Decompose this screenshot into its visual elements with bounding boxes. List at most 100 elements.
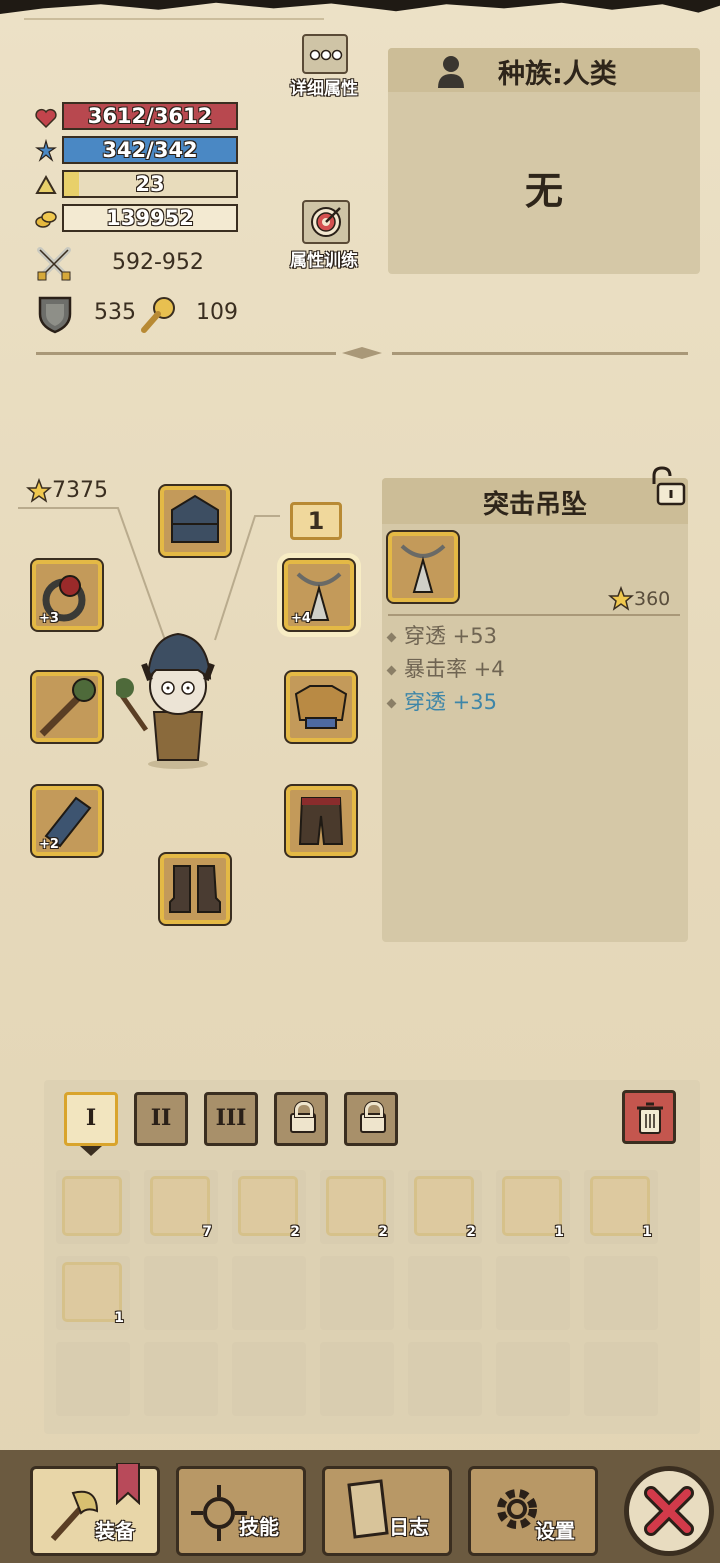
item-attribute-text: 穿透 +35 bbox=[404, 690, 497, 714]
trash-icon bbox=[637, 1102, 663, 1134]
crossed-swords-icon bbox=[37, 247, 71, 281]
inventory-tab-1[interactable]: I bbox=[64, 1092, 118, 1146]
inventory-cell bbox=[232, 1256, 306, 1330]
item-count: 1 bbox=[114, 1310, 124, 1326]
item-attribute: 穿透 +35 bbox=[386, 686, 497, 716]
item-attribute-text: 穿透 +53 bbox=[404, 624, 497, 648]
item-title: 突击吊坠 bbox=[482, 490, 587, 520]
race-panel: 种族:人类 无 bbox=[388, 48, 700, 274]
potion-green-icon bbox=[62, 1262, 122, 1322]
item-detail-rule bbox=[388, 614, 680, 616]
attribute-training-button[interactable] bbox=[302, 200, 350, 244]
person-icon bbox=[438, 56, 464, 88]
nav-log[interactable]: 日志 bbox=[322, 1466, 452, 1556]
weapon-slot[interactable] bbox=[32, 672, 102, 742]
amulet-detail-icon bbox=[400, 544, 446, 593]
defense-value: 535 bbox=[94, 300, 136, 325]
race-title: 种族:人类 bbox=[498, 59, 617, 90]
race-value: 无 bbox=[524, 169, 563, 213]
inventory-cell bbox=[232, 1342, 306, 1416]
item-count: 2 bbox=[378, 1224, 388, 1240]
inventory-cell bbox=[56, 1342, 130, 1416]
item-score: 360 bbox=[634, 588, 671, 610]
gold-bar: 139952 bbox=[62, 204, 238, 232]
divider-left bbox=[36, 352, 336, 355]
magic-value: 109 bbox=[196, 300, 238, 325]
lock-icon bbox=[290, 1102, 316, 1133]
level-progress-fill bbox=[64, 172, 80, 196]
magic-orb-icon bbox=[141, 297, 175, 333]
hp-bar: 3612/3612 bbox=[62, 102, 238, 130]
inventory-cell bbox=[584, 1342, 658, 1416]
inventory-cell bbox=[496, 1342, 570, 1416]
attribute-training-label: 属性训练 bbox=[290, 251, 358, 271]
close-icon bbox=[644, 1486, 694, 1536]
item-count: 1 bbox=[642, 1224, 652, 1240]
inventory-cell[interactable]: 1 bbox=[496, 1170, 570, 1244]
inventory-tab-locked-4[interactable] bbox=[274, 1092, 328, 1146]
shield-icon bbox=[38, 296, 72, 334]
inventory-cell bbox=[144, 1256, 218, 1330]
inventory-cell[interactable]: 2 bbox=[320, 1170, 394, 1244]
inventory-cell[interactable]: 7 bbox=[144, 1170, 218, 1244]
inventory-cell[interactable] bbox=[56, 1170, 130, 1244]
inventory-cell bbox=[408, 1256, 482, 1330]
inventory-cell bbox=[584, 1256, 658, 1330]
inventory-tab-locked-5[interactable] bbox=[344, 1092, 398, 1146]
nav-log-label: 日志 bbox=[389, 1515, 429, 1539]
helmet-slot[interactable] bbox=[160, 486, 230, 556]
inventory-cell[interactable]: 1 bbox=[56, 1256, 130, 1330]
meat-stick-icon bbox=[414, 1176, 474, 1236]
inventory-cell[interactable]: 2 bbox=[232, 1170, 306, 1244]
item-count: 2 bbox=[466, 1224, 476, 1240]
equipment-set-badge[interactable]: 1 bbox=[290, 502, 342, 540]
armor-icon bbox=[294, 685, 348, 729]
ring-enhance-level: +3 bbox=[39, 611, 59, 626]
divider-ornament bbox=[342, 347, 382, 359]
potion-blue-icon bbox=[238, 1176, 298, 1236]
boots-slot[interactable] bbox=[160, 854, 230, 924]
close-button[interactable] bbox=[624, 1466, 714, 1556]
discard-button[interactable] bbox=[622, 1090, 676, 1144]
axe-icon bbox=[50, 1490, 99, 1542]
active-tab-pointer bbox=[80, 1146, 102, 1156]
unlock-icon[interactable] bbox=[646, 464, 690, 508]
mushroom-icon bbox=[326, 1176, 386, 1236]
helmet-icon bbox=[171, 494, 219, 543]
nav-settings[interactable]: 设置 bbox=[468, 1466, 598, 1556]
item-score-star-icon bbox=[608, 586, 634, 611]
amulet-enhance-level: +4 bbox=[291, 611, 311, 626]
staff-icon bbox=[39, 678, 96, 737]
nav-skills[interactable]: 技能 bbox=[176, 1466, 306, 1556]
inventory-cell[interactable]: 1 bbox=[584, 1170, 658, 1244]
bracer-enhance-level: +2 bbox=[39, 837, 59, 852]
armor-slot[interactable] bbox=[286, 672, 356, 742]
level-bar: 23 bbox=[62, 170, 238, 198]
lock-icon bbox=[360, 1102, 386, 1133]
heart-icon bbox=[35, 108, 57, 129]
inventory-cell[interactable]: 2 bbox=[408, 1170, 482, 1244]
inventory-cell bbox=[496, 1256, 570, 1330]
game-page: 3612/3612 342/342 23 139952 592-952 535 … bbox=[0, 0, 720, 1563]
inventory-cell bbox=[320, 1342, 394, 1416]
nav-skills-label: 技能 bbox=[239, 1515, 279, 1539]
item-count: 7 bbox=[202, 1224, 212, 1240]
detail-attributes-button[interactable] bbox=[302, 34, 348, 74]
inventory-cell bbox=[320, 1256, 394, 1330]
level-triangle-icon bbox=[35, 174, 57, 194]
inventory-tab-2[interactable]: II bbox=[134, 1092, 188, 1146]
nav-equipment[interactable]: 装备 bbox=[30, 1463, 160, 1556]
gold-coins-icon bbox=[35, 211, 57, 228]
item-attribute: 暴击率 +4 bbox=[386, 653, 505, 683]
pants-slot[interactable] bbox=[286, 786, 356, 856]
divider-right bbox=[392, 352, 688, 355]
item-detail-icon bbox=[388, 532, 458, 602]
pants-icon bbox=[298, 797, 344, 845]
ring-slot[interactable]: +3 bbox=[32, 560, 102, 630]
header-rule bbox=[24, 18, 324, 20]
bracer-slot[interactable]: +2 bbox=[32, 786, 102, 856]
mana-star-icon bbox=[35, 139, 57, 162]
amulet-slot[interactable]: +4 bbox=[284, 560, 354, 630]
ore-icon bbox=[590, 1176, 650, 1236]
inventory-tab-3[interactable]: III bbox=[204, 1092, 258, 1146]
